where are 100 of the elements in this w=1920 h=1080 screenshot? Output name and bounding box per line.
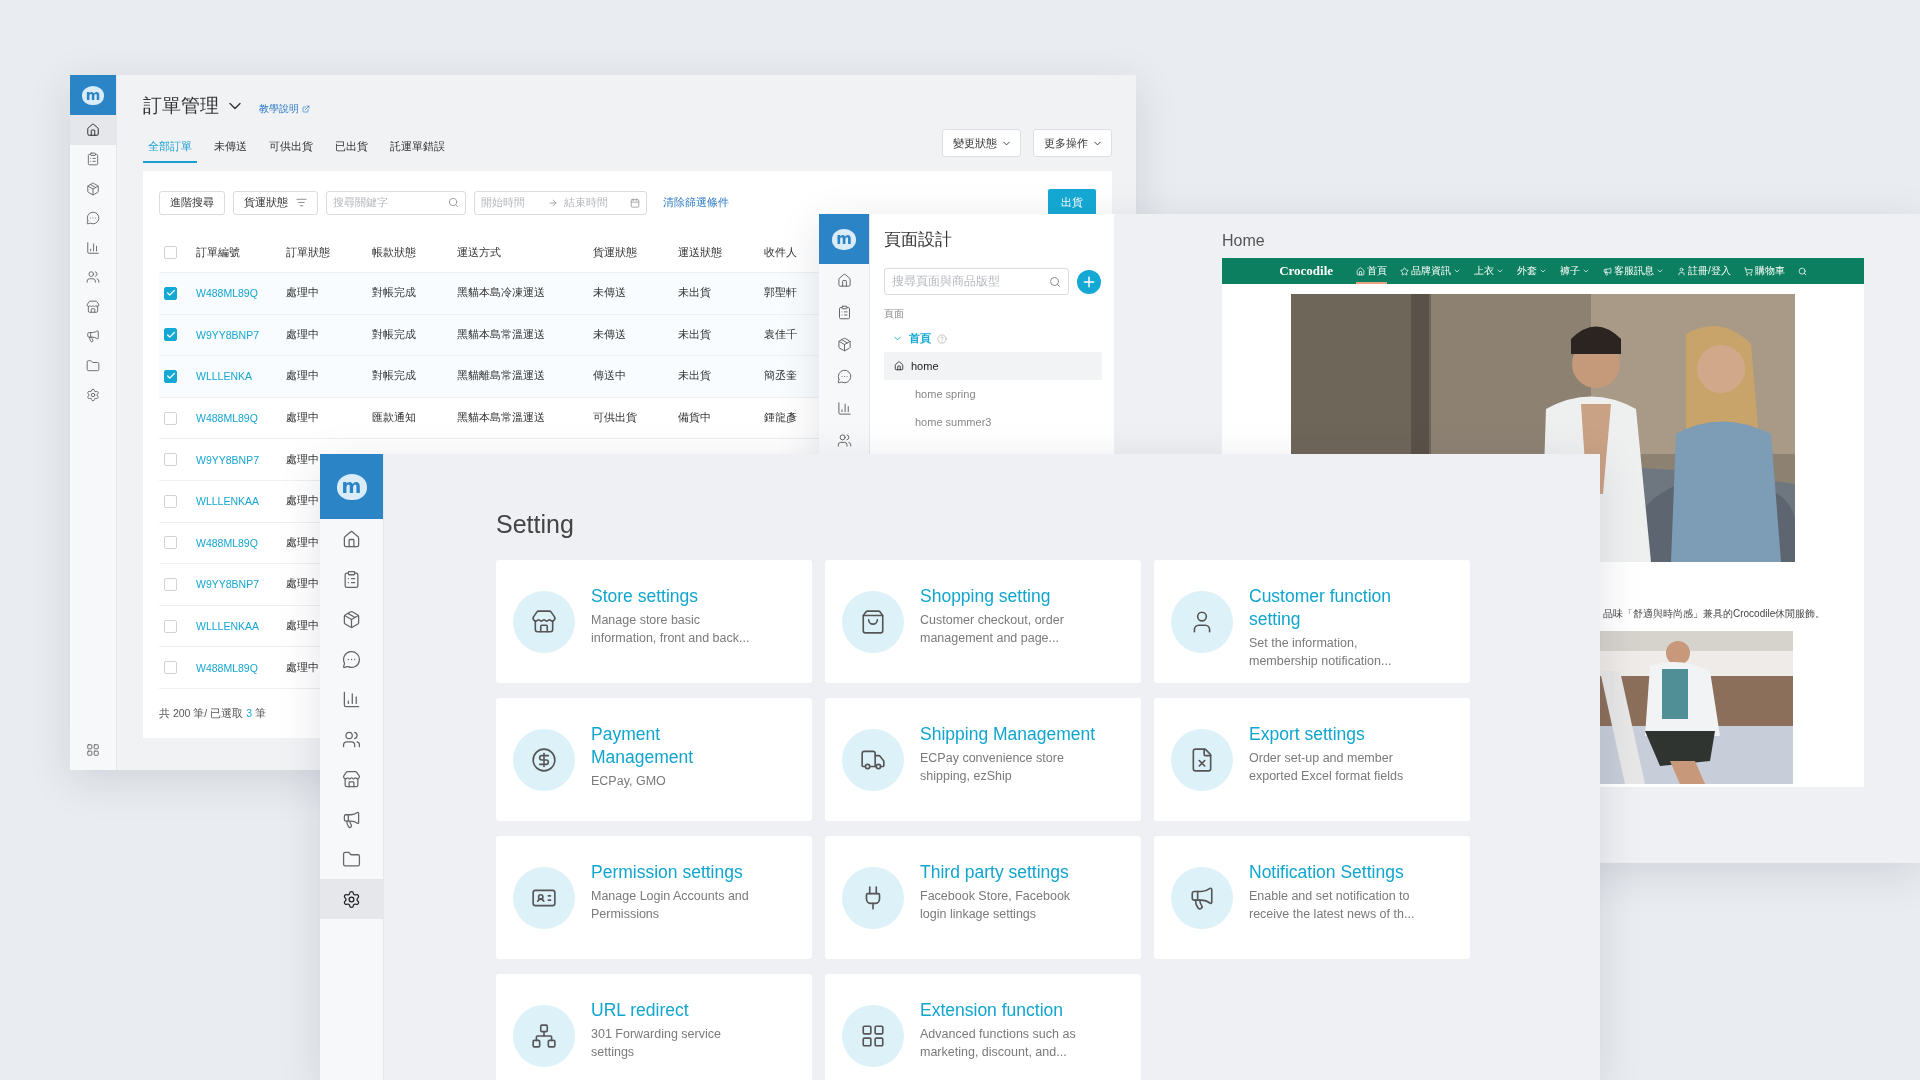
tab[interactable]: 全部訂單	[143, 133, 197, 163]
order-link[interactable]: W488ML89Q	[196, 536, 258, 549]
row-checkbox[interactable]	[164, 453, 177, 467]
app-logo[interactable]: m	[832, 228, 856, 250]
order-link[interactable]: W9YY8BNP7	[196, 328, 260, 341]
sidebar-item[interactable]	[70, 115, 116, 145]
column-header: 收件人	[764, 245, 797, 260]
tree-item[interactable]: home summer3	[884, 408, 1102, 436]
tab[interactable]: 未傳送	[209, 133, 252, 163]
table-cell: 備貨中	[678, 411, 711, 426]
row-checkbox[interactable]	[164, 286, 177, 300]
row-checkbox[interactable]	[164, 577, 177, 591]
settings-card[interactable]: Notification Settings Enable and set notification to receive the latest news of th...	[1154, 836, 1470, 959]
tree-item[interactable]: home spring	[884, 380, 1102, 408]
order-link[interactable]: WLLLENKAA	[196, 620, 260, 633]
tree-item[interactable]: home	[884, 352, 1102, 380]
row-checkbox[interactable]	[164, 494, 177, 508]
status-filter-button[interactable]: 貨運狀態	[233, 190, 318, 215]
home-icon	[86, 122, 100, 137]
settings-card[interactable]: Third party settings Facebook Store, Facebook login linkage settings	[825, 836, 1141, 959]
order-link[interactable]: W488ML89Q	[196, 412, 258, 425]
store-icon	[531, 608, 557, 635]
chat-icon	[342, 649, 361, 669]
settings-card[interactable]: Store settings Manage store basic information, front and back...	[496, 560, 812, 683]
card-title: Permission settings	[591, 861, 744, 884]
card-description: Set the information, membership notification...	[1249, 635, 1393, 670]
bar-chart-icon	[342, 689, 361, 709]
tab[interactable]: 已出貨	[330, 133, 373, 163]
app-logo[interactable]: m	[82, 85, 104, 105]
add-button[interactable]	[1077, 269, 1101, 294]
select-all-checkbox[interactable]	[164, 246, 177, 259]
arrow-right-icon	[547, 197, 558, 208]
order-link[interactable]: W488ML89Q	[196, 287, 258, 300]
settings-card[interactable]: Export settings Order set-up and member exported Excel format fields	[1154, 698, 1470, 821]
megaphone-icon	[1603, 266, 1613, 276]
card-description: Enable and set notification to receive the latest news of th...	[1249, 888, 1416, 923]
selection-summary: 共 200 筆/ 已選取 3 筆	[159, 706, 266, 721]
site-logo[interactable]: Crocodile	[1279, 263, 1334, 279]
card-title: Payment Management	[591, 723, 695, 769]
page-title: 訂單管理	[143, 94, 219, 118]
settings-card[interactable]: Shopping setting Customer checkout, order management and page...	[825, 560, 1141, 683]
settings-card[interactable]: Customer function setting Set the information, membership notification...	[1154, 560, 1470, 683]
row-checkbox[interactable]	[164, 619, 177, 633]
dropdown-button[interactable]: 更多操作	[1033, 129, 1112, 157]
table-cell: 處理中	[286, 369, 319, 384]
caption-text: 品味「舒適與時尚感」兼具的Crocodile休閒服飾。	[1603, 607, 1826, 621]
settings-card[interactable]: URL redirect 301 Forwarding service settings	[496, 974, 812, 1080]
grid-icon	[860, 1022, 886, 1049]
nav-item[interactable]: 客服訊息	[1603, 258, 1665, 284]
table-cell: 黑貓離島常溫運送	[457, 369, 545, 384]
external-link-icon	[302, 105, 310, 113]
row-checkbox[interactable]	[164, 661, 177, 675]
row-checkbox[interactable]	[164, 328, 177, 342]
nav-item[interactable]: 品牌資訊	[1400, 258, 1462, 284]
nav-item[interactable]: 外套	[1517, 258, 1548, 284]
nav-item[interactable]: 首頁	[1356, 258, 1388, 284]
column-header: 運送狀態	[678, 245, 722, 260]
table-cell: 處理中	[286, 494, 319, 509]
users-icon	[86, 270, 100, 285]
clipboard-icon	[342, 569, 361, 589]
nav-item[interactable]: 購物車	[1743, 258, 1785, 284]
order-link[interactable]: WLLLENKAA	[196, 495, 260, 508]
dropdown-button[interactable]: 變更狀態	[942, 129, 1021, 157]
settings-card[interactable]: Extension function Advanced functions such as marketing, discount, and...	[825, 974, 1141, 1080]
order-link[interactable]: W9YY8BNP7	[196, 578, 260, 591]
bar-chart-icon	[836, 400, 852, 416]
nav-item[interactable]: 註冊/登入	[1677, 258, 1731, 284]
cart-icon	[1743, 266, 1753, 276]
chevron-down-icon	[1656, 267, 1665, 275]
help-link[interactable]: 教學說明	[259, 102, 310, 116]
sidebar-item[interactable]	[320, 879, 383, 919]
row-checkbox[interactable]	[164, 536, 177, 550]
advanced-search-button[interactable]: 進階搜尋	[159, 190, 225, 215]
tab[interactable]: 託運單錯誤	[385, 133, 450, 163]
nav-item[interactable]: 褲子	[1560, 258, 1591, 284]
sitemap-icon	[531, 1022, 557, 1049]
column-header: 帳款狀態	[372, 245, 416, 260]
app-logo[interactable]: m	[336, 473, 367, 500]
tab[interactable]: 可供出貨	[264, 133, 318, 163]
settings-card[interactable]: Permission settings Manage Login Accounts and Permissions	[496, 836, 812, 959]
card-title: Export settings	[1249, 723, 1366, 746]
order-link[interactable]: W9YY8BNP7	[196, 453, 260, 466]
nav-item[interactable]: 上衣	[1474, 258, 1505, 284]
row-checkbox[interactable]	[164, 411, 177, 425]
preview-title: Home	[1222, 232, 1265, 250]
search-icon[interactable]	[1797, 266, 1807, 276]
home-icon	[1356, 266, 1366, 276]
grid-icon	[86, 743, 100, 757]
folder-icon	[342, 849, 361, 869]
row-checkbox[interactable]	[164, 370, 177, 383]
table-cell: 對帳完成	[372, 286, 416, 301]
order-link[interactable]: WLLLENKA	[196, 370, 253, 383]
order-link[interactable]: W488ML89Q	[196, 661, 258, 674]
settings-card[interactable]: Shipping Management ECPay convenience store shipping, ezShip	[825, 698, 1141, 821]
clear-filters-link[interactable]: 清除篩選條件	[663, 195, 729, 210]
tree-item[interactable]: 首頁	[909, 331, 931, 346]
settings-card[interactable]: Payment Management ECPay, GMO	[496, 698, 812, 821]
help-icon[interactable]	[937, 333, 947, 344]
ship-button[interactable]: 出貨	[1048, 189, 1096, 216]
clipboard-icon	[86, 152, 100, 167]
